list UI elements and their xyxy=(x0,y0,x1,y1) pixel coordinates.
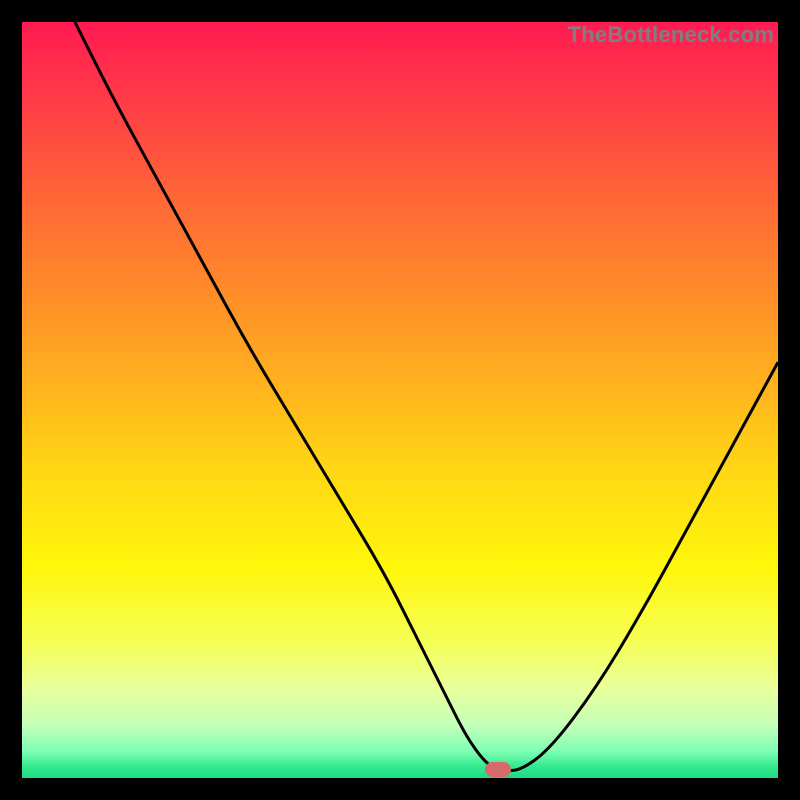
watermark-text: TheBottleneck.com xyxy=(568,22,774,48)
bottleneck-chart xyxy=(22,22,778,778)
minimum-marker xyxy=(485,762,511,777)
chart-frame: TheBottleneck.com xyxy=(22,22,778,778)
gradient-background xyxy=(22,22,778,778)
